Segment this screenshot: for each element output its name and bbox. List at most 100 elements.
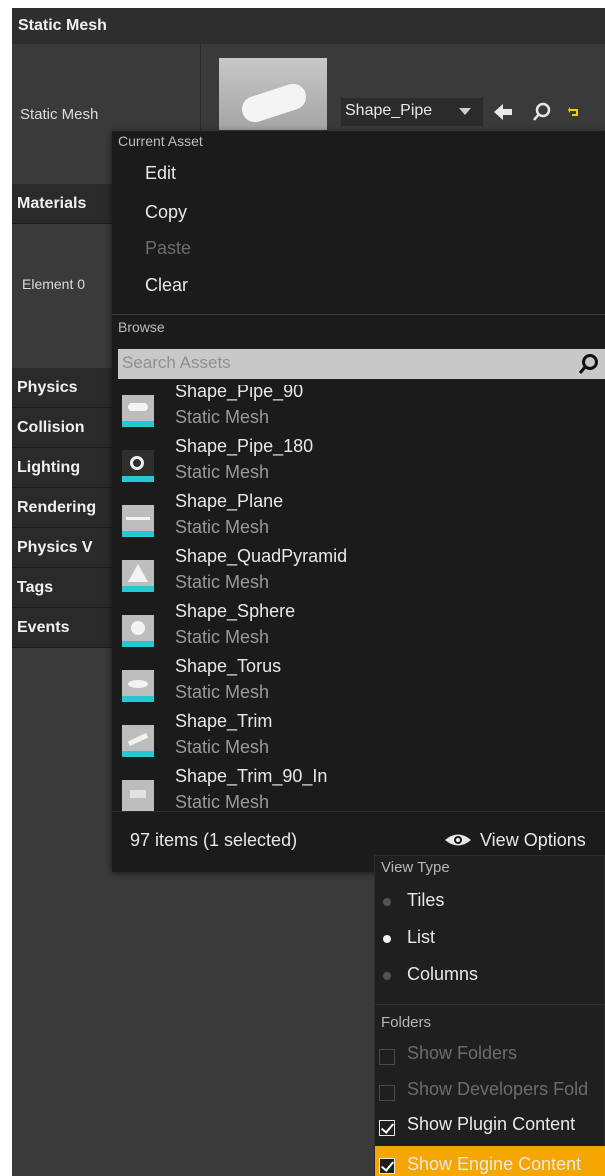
asset-name: Shape_QuadPyramid: [175, 546, 348, 566]
radio-icon: [383, 898, 391, 906]
asset-row[interactable]: Shape_Pipe_90 Static Mesh: [112, 385, 605, 440]
radio-selected-icon: [383, 935, 391, 943]
asset-thumbnail: [122, 725, 154, 757]
reset-arrow-icon[interactable]: [568, 106, 580, 118]
search-placeholder: Search Assets: [122, 353, 231, 372]
category-materials[interactable]: Materials: [12, 184, 112, 224]
asset-type: Static Mesh: [175, 462, 270, 482]
asset-thumbnail: [122, 395, 154, 427]
category-rendering-label: Rendering: [17, 499, 97, 516]
category-tags[interactable]: Tags: [12, 568, 112, 608]
pipe-preview-icon: [238, 80, 310, 126]
asset-row[interactable]: Shape_Pipe_180 Static Mesh: [112, 436, 605, 495]
asset-thumbnail: [122, 560, 154, 592]
view-type-columns[interactable]: Columns: [375, 960, 605, 996]
menu-separator: [112, 314, 605, 315]
category-materials-label: Materials: [17, 195, 87, 212]
show-folders-option[interactable]: Show Folders: [375, 1039, 605, 1075]
asset-row[interactable]: Shape_QuadPyramid Static Mesh: [112, 546, 605, 605]
category-lighting[interactable]: Lighting: [12, 448, 112, 488]
folders-section-label: Folders: [381, 1014, 432, 1031]
asset-name: Shape_Pipe_180: [175, 436, 314, 456]
asset-type: Static Mesh: [175, 737, 270, 757]
category-collision-label: Collision: [17, 419, 85, 436]
asset-row[interactable]: Shape_Trim Static Mesh: [112, 711, 605, 770]
asset-row[interactable]: Shape_Torus Static Mesh: [112, 656, 605, 715]
asset-name: Shape_Sphere: [175, 601, 296, 621]
menu-edit[interactable]: Edit: [145, 163, 176, 184]
static-mesh-header[interactable]: Static Mesh: [12, 8, 605, 44]
checkbox-icon: [379, 1049, 395, 1065]
asset-name: Shape_Trim: [175, 711, 273, 731]
view-type-tiles[interactable]: Tiles: [375, 886, 605, 922]
category-rendering[interactable]: Rendering: [12, 488, 112, 528]
search-icon: [578, 354, 598, 374]
show-plugin-option[interactable]: Show Plugin Content: [375, 1110, 605, 1146]
view-type-list[interactable]: List: [375, 923, 605, 959]
asset-type: Static Mesh: [175, 627, 270, 647]
view-type-section-label: View Type: [381, 859, 450, 876]
browse-search-icon[interactable]: [532, 102, 552, 122]
category-events[interactable]: Events: [12, 608, 112, 648]
asset-picker-menu: Current Asset Edit Copy Paste Clear Brow…: [112, 130, 605, 872]
list-label: List: [407, 927, 436, 947]
material-row: Element 0: [12, 224, 112, 364]
radio-icon: [383, 972, 391, 980]
view-options-button[interactable]: View Options: [444, 826, 605, 856]
category-physics-volume-label: Physics V: [17, 539, 93, 556]
asset-thumbnail: [122, 505, 154, 537]
show-developers-option[interactable]: Show Developers Fold: [375, 1075, 605, 1111]
asset-list: Shape_Pipe_90 Static Mesh Shape_Pipe_180…: [112, 385, 605, 811]
show-engine-label: Show Engine Content: [407, 1154, 582, 1174]
item-count: 97 items (1 selected): [130, 830, 298, 850]
menu-clear[interactable]: Clear: [145, 275, 188, 296]
asset-row[interactable]: Shape_Plane Static Mesh: [112, 491, 605, 550]
asset-type: Static Mesh: [175, 572, 270, 592]
asset-row[interactable]: Shape_Sphere Static Mesh: [112, 601, 605, 660]
asset-type: Static Mesh: [175, 407, 270, 427]
static-mesh-label: Static Mesh: [20, 106, 99, 123]
asset-name: Shape_Torus: [175, 656, 282, 676]
columns-label: Columns: [407, 964, 479, 984]
menu-copy[interactable]: Copy: [145, 202, 187, 223]
tiles-label: Tiles: [407, 890, 445, 910]
static-mesh-header-label: Static Mesh: [18, 17, 107, 34]
category-tags-label: Tags: [17, 579, 54, 596]
asset-name: Shape_Plane: [175, 491, 284, 511]
asset-thumbnail: [122, 450, 154, 482]
category-physics[interactable]: Physics: [12, 368, 112, 408]
show-plugin-label: Show Plugin Content: [407, 1114, 576, 1134]
asset-type: Static Mesh: [175, 682, 270, 702]
asset-type: Static Mesh: [175, 792, 270, 811]
asset-thumbnail: [122, 780, 154, 811]
mesh-combo-value: Shape_Pipe: [345, 102, 433, 119]
show-folders-label: Show Folders: [407, 1043, 518, 1063]
category-physics-label: Physics: [17, 379, 78, 396]
asset-name: Shape_Trim_90_In: [175, 766, 328, 786]
show-engine-option[interactable]: Show Engine Content: [375, 1146, 605, 1176]
use-selected-arrow-icon[interactable]: [494, 104, 512, 120]
search-assets-input[interactable]: Search Assets: [118, 349, 605, 379]
asset-thumbnail: [122, 670, 154, 702]
show-developers-label: Show Developers Fold: [407, 1079, 589, 1099]
element-0-label: Element 0: [22, 276, 86, 292]
category-collision[interactable]: Collision: [12, 408, 112, 448]
view-options-label: View Options: [480, 830, 586, 850]
menu-paste[interactable]: Paste: [145, 238, 191, 259]
checkbox-icon: [379, 1085, 395, 1101]
view-options-menu: View Type Tiles List Columns Folders Sho…: [374, 855, 605, 1176]
eye-icon: [445, 834, 471, 846]
asset-thumbnail: [122, 615, 154, 647]
browse-section-label: Browse: [118, 319, 165, 335]
menu-separator: [375, 1004, 605, 1005]
asset-row[interactable]: Shape_Trim_90_In Static Mesh: [112, 766, 605, 811]
category-lighting-label: Lighting: [17, 459, 81, 476]
category-events-label: Events: [17, 619, 70, 636]
mesh-combo[interactable]: Shape_Pipe: [341, 98, 483, 126]
asset-name: Shape_Pipe_90: [175, 385, 304, 401]
checkbox-checked-icon: [379, 1158, 395, 1174]
asset-type: Static Mesh: [175, 517, 270, 537]
details-panel: Static Mesh Static Mesh Shape_Pipe Mater…: [12, 8, 605, 1176]
category-physics-volume[interactable]: Physics V: [12, 528, 112, 568]
chevron-down-icon: [459, 108, 471, 115]
